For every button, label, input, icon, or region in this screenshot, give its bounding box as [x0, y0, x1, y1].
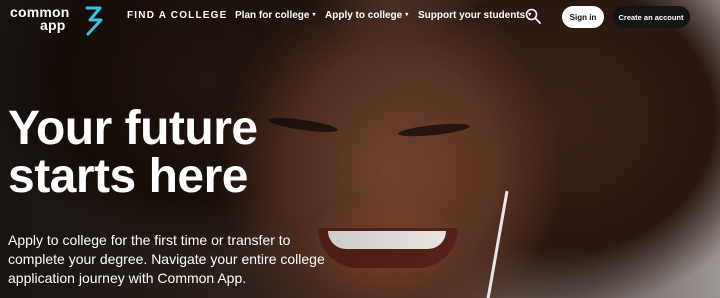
headline-line-1: Your future [8, 102, 258, 155]
nav-plan-for-college[interactable]: Plan for college ▾ [235, 10, 315, 21]
find-a-college-link[interactable]: FIND A COLLEGE [127, 10, 228, 21]
common-app-logo[interactable]: common app [10, 5, 110, 36]
chevron-down-icon: ▾ [405, 12, 409, 18]
subtext-line-2: complete your degree. Navigate your enti… [8, 251, 325, 267]
logo-wordmark: common app [10, 5, 70, 33]
headline-line-2: starts here [8, 150, 248, 203]
top-navigation: common app FIND A COLLEGE Plan for colle… [0, 0, 720, 36]
hero-subtext: Apply to college for the first time or t… [8, 231, 328, 288]
nav-support-your-students[interactable]: Support your students ▾ [418, 10, 531, 21]
create-account-button[interactable]: Create an account [612, 6, 690, 28]
nav-item-label: Support your students [418, 10, 526, 21]
logo-mark-icon [85, 6, 103, 36]
logo-line-2: app [40, 17, 66, 33]
nav-apply-to-college[interactable]: Apply to college ▾ [325, 10, 408, 21]
nav-item-label: Apply to college [325, 10, 403, 21]
nav-item-label: Plan for college [235, 10, 310, 21]
hero-section: common app FIND A COLLEGE Plan for colle… [0, 0, 720, 298]
subtext-line-1: Apply to college for the first time or t… [8, 232, 291, 248]
chevron-down-icon: ▾ [312, 12, 316, 18]
hero-headline: Your future starts here [8, 105, 328, 201]
search-icon[interactable] [525, 8, 541, 24]
subtext-line-3: application journey with Common App. [8, 270, 247, 286]
sign-in-button[interactable]: Sign in [562, 6, 604, 28]
